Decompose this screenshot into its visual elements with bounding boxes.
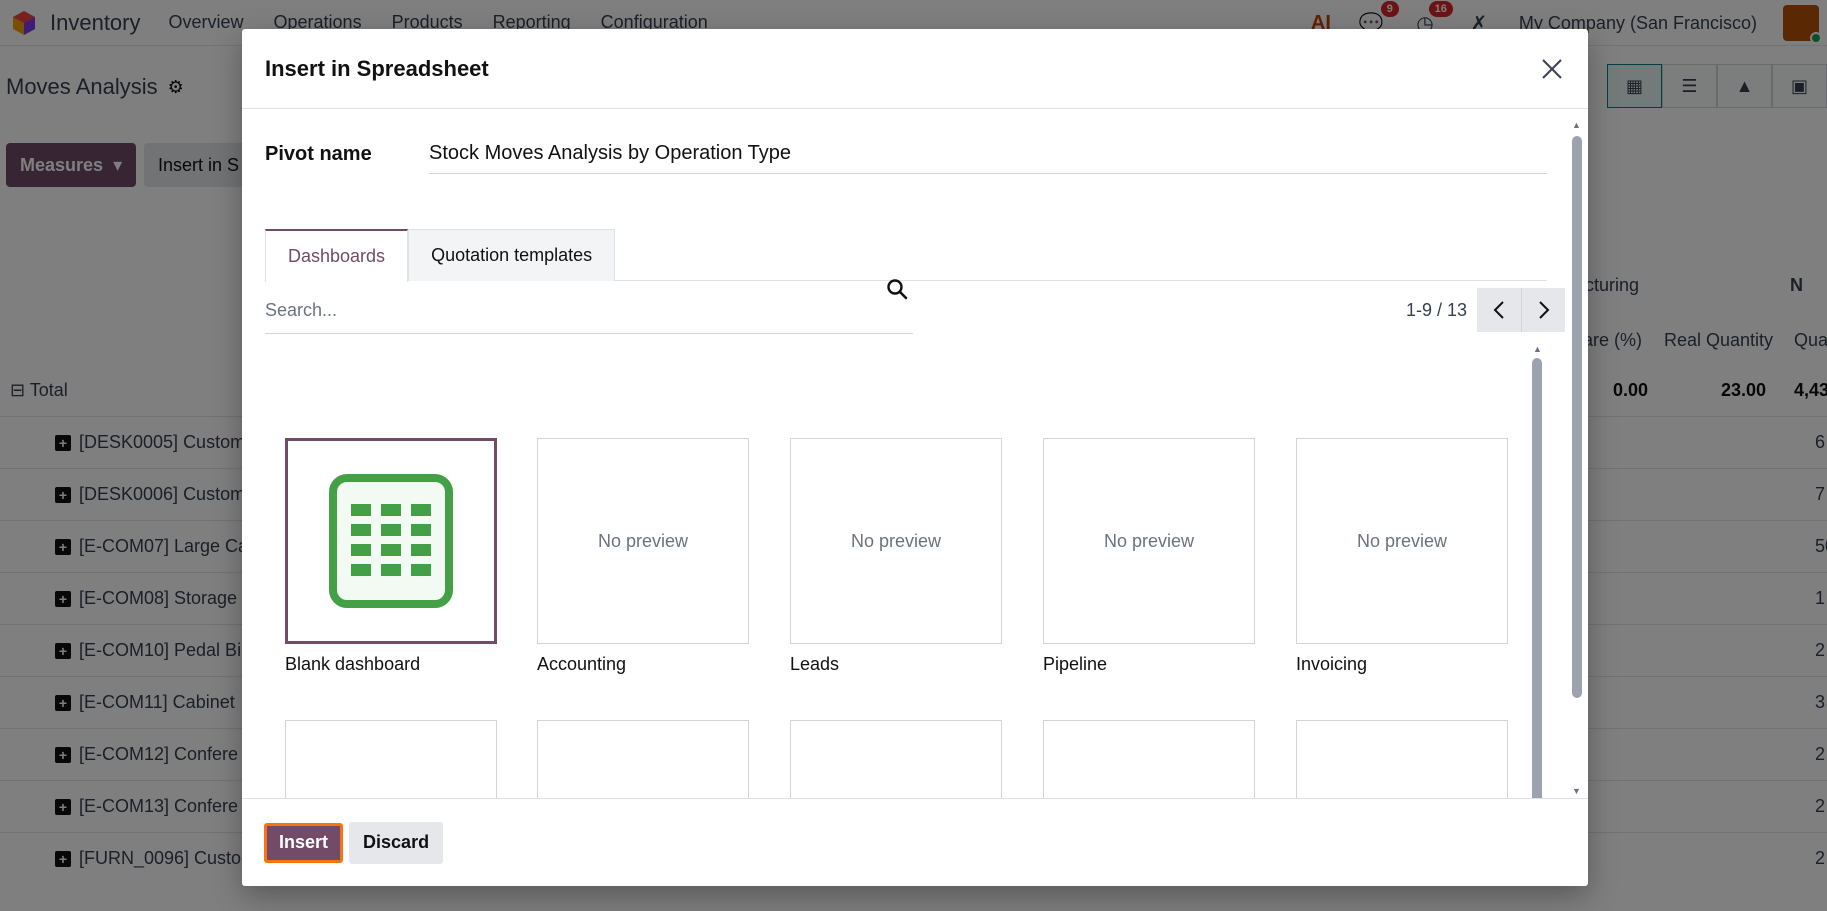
card-name: Invoicing — [1296, 654, 1368, 674]
pager-value[interactable]: 1-9 / 13 — [1406, 300, 1467, 321]
dashboard-card[interactable]: No preview — [537, 720, 749, 798]
insert-in-spreadsheet-dialog: Insert in Spreadsheet Pivot name Dashboa… — [242, 29, 1588, 886]
discard-button[interactable]: Discard — [349, 821, 444, 864]
card-name: Leads — [790, 654, 840, 674]
chevron-right-icon[interactable] — [1521, 288, 1565, 332]
search-input[interactable] — [265, 300, 913, 321]
scroll-down-arrow-icon[interactable]: ▼ — [1572, 786, 1581, 796]
pivot-name-input[interactable] — [429, 134, 1547, 174]
no-preview: No preview — [537, 720, 749, 798]
search-bar — [265, 288, 913, 334]
card-name: Pipeline — [1043, 654, 1108, 674]
dialog-scrollbar-thumb[interactable] — [1572, 136, 1582, 698]
spreadsheet-preview — [285, 438, 497, 644]
dialog-title: Insert in Spreadsheet — [265, 55, 489, 81]
dashboard-card[interactable]: No preview — [1043, 720, 1255, 798]
dashboard-card-pipeline[interactable]: No preview Pipeline — [1043, 438, 1255, 675]
tab-dashboards[interactable]: Dashboards — [265, 229, 409, 282]
dashboard-card[interactable]: No preview — [790, 720, 1002, 798]
dialog-body: Pivot name Dashboards Quotation template… — [242, 110, 1588, 798]
no-preview: No preview — [1043, 720, 1255, 798]
pivot-name-row: Pivot name — [265, 130, 1547, 178]
tab-quotation-templates[interactable]: Quotation templates — [408, 229, 616, 281]
pager: 1-9 / 13 — [1406, 287, 1565, 333]
search-icon[interactable] — [885, 277, 909, 301]
grid-scrollbar-thumb[interactable] — [1532, 358, 1542, 798]
pager-buttons — [1477, 288, 1565, 332]
pivot-name-label: Pivot name — [265, 142, 372, 165]
dashboard-grid: Blank dashboard No preview Accounting No… — [242, 346, 1588, 798]
dashboard-card-blank[interactable]: Blank dashboard — [285, 438, 497, 675]
dashboard-card-leads[interactable]: No preview Leads — [790, 438, 1002, 675]
card-name: Blank dashboard — [285, 654, 421, 674]
insert-button[interactable]: Insert — [264, 822, 344, 863]
dashboard-card-accounting[interactable]: No preview Accounting — [537, 438, 749, 675]
chevron-left-icon[interactable] — [1477, 288, 1521, 332]
card-name: Accounting — [537, 654, 627, 674]
no-preview: No preview — [285, 720, 497, 798]
dialog-footer: Insert Discard — [242, 798, 1588, 886]
dialog-scrollbar[interactable]: ▲ ▼ — [1570, 120, 1582, 796]
dashboard-card-invoicing[interactable]: No preview Invoicing — [1296, 438, 1508, 675]
spreadsheet-icon — [329, 474, 453, 608]
scroll-up-arrow-icon[interactable]: ▲ — [1533, 346, 1542, 354]
no-preview: No preview — [790, 720, 1002, 798]
dialog-tabs: Dashboards Quotation templates — [265, 229, 1547, 282]
close-icon[interactable] — [1536, 53, 1568, 85]
no-preview: No preview — [1043, 438, 1255, 644]
dashboard-card[interactable]: No preview — [285, 720, 497, 798]
no-preview: No preview — [1296, 720, 1508, 798]
no-preview: No preview — [790, 438, 1002, 644]
no-preview: No preview — [537, 438, 749, 644]
scroll-up-arrow-icon[interactable]: ▲ — [1572, 120, 1581, 130]
no-preview: No preview — [1296, 438, 1508, 644]
dialog-header: Insert in Spreadsheet — [242, 29, 1588, 109]
grid-scrollbar[interactable]: ▲ ▼ — [1531, 346, 1543, 798]
dashboard-card[interactable]: No preview — [1296, 720, 1508, 798]
